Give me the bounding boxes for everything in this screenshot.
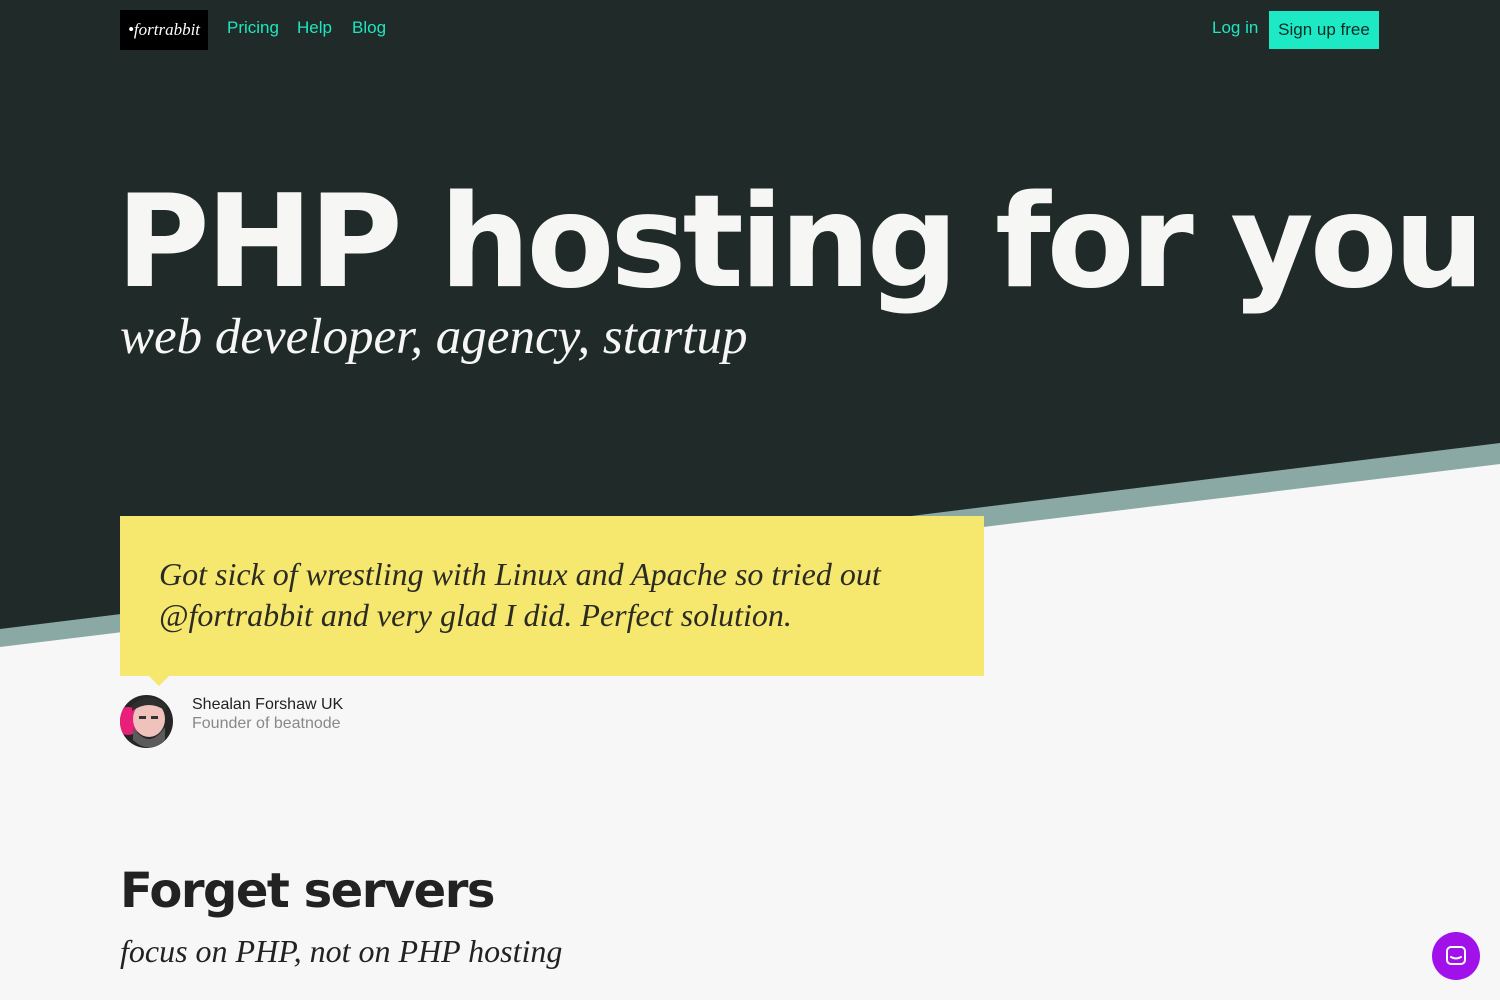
testimonial-quote-box: Got sick of wrestling with Linux and Apa… xyxy=(120,516,984,686)
testimonial-author: Shealan Forshaw UK xyxy=(192,696,344,713)
section-title: Forget servers xyxy=(120,863,495,919)
avatar xyxy=(120,695,173,748)
avatar-portrait-icon xyxy=(120,695,173,748)
testimonial-role: Founder of beatnode xyxy=(192,715,341,732)
page: •fortrabbit Pricing Help Blog Log in Sig… xyxy=(0,0,1500,1000)
top-nav: •fortrabbit Pricing Help Blog Log in Sig… xyxy=(0,0,1500,58)
login-link[interactable]: Log in xyxy=(1212,17,1258,39)
nav-link-pricing[interactable]: Pricing xyxy=(227,17,279,39)
section-subtitle: focus on PHP, not on PHP hosting xyxy=(120,933,563,969)
chat-bubble-icon xyxy=(1446,946,1466,965)
nav-link-blog[interactable]: Blog xyxy=(352,17,386,39)
chat-launcher-button[interactable] xyxy=(1432,932,1480,980)
hero-subtitle: web developer, agency, startup xyxy=(120,309,748,365)
fortrabbit-logo[interactable]: •fortrabbit xyxy=(120,10,208,50)
testimonial-quote: Got sick of wrestling with Linux and Apa… xyxy=(159,556,881,633)
hero-background xyxy=(0,0,1500,647)
signup-button[interactable]: Sign up free xyxy=(1269,11,1379,49)
hero-title: PHP hosting for you xyxy=(116,168,1485,317)
nav-link-help[interactable]: Help xyxy=(297,17,332,39)
